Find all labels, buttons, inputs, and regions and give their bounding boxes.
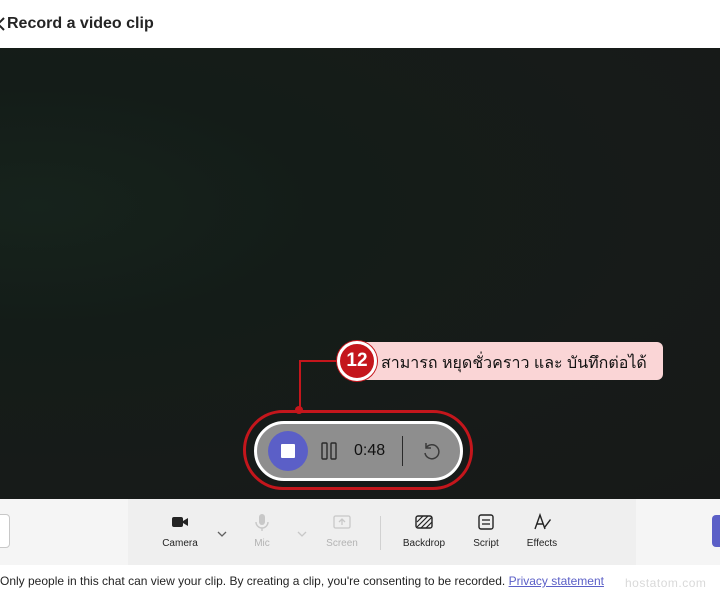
mic-label: Mic — [254, 538, 270, 549]
script-icon — [478, 514, 494, 530]
callout-connector-vertical — [299, 361, 301, 410]
camera-button[interactable]: Camera — [152, 512, 208, 549]
backdrop-label: Backdrop — [402, 538, 446, 549]
backdrop-button[interactable]: Backdrop — [396, 512, 452, 549]
retake-icon[interactable] — [420, 440, 442, 462]
privacy-statement-link[interactable]: Privacy statement — [509, 574, 604, 588]
clip-name-field[interactable] — [0, 514, 10, 548]
script-label: Script — [473, 538, 499, 549]
pause-icon[interactable] — [316, 438, 342, 464]
camera-label: Camera — [162, 538, 198, 549]
dialog-title: Record a video clip — [7, 15, 154, 32]
effects-icon — [534, 512, 551, 530]
camera-chevron-down-icon[interactable] — [216, 529, 228, 539]
effects-label: Effects — [526, 538, 558, 549]
callout-connector-horizontal — [299, 360, 339, 362]
backdrop-icon — [415, 515, 433, 529]
callout-text: สามารถ หยุดชั่วคราว และ บันทึกต่อได้ — [381, 355, 647, 372]
screen-share-button[interactable]: Screen — [314, 512, 370, 549]
step-badge: 12 — [337, 341, 377, 381]
mic-button[interactable]: Mic — [234, 512, 290, 549]
consent-notice: Only people in this chat can view your c… — [0, 574, 604, 588]
recording-timer: 0:48 — [354, 442, 386, 459]
stop-icon — [281, 444, 295, 458]
watermark: hostatom.com — [625, 576, 707, 590]
mic-chevron-down-icon[interactable] — [296, 529, 308, 539]
primary-action-button[interactable] — [712, 515, 720, 547]
screen-label: Screen — [326, 538, 358, 549]
mic-icon — [255, 514, 269, 531]
dialog-header: Record a video clip — [0, 0, 720, 48]
toolbar-divider — [380, 516, 381, 550]
stop-recording-button[interactable] — [268, 431, 308, 471]
effects-button[interactable]: Effects — [514, 512, 570, 549]
screen-share-icon — [333, 515, 351, 529]
script-button[interactable]: Script — [458, 512, 514, 549]
consent-text: Only people in this chat can view your c… — [0, 574, 506, 588]
controls-divider — [402, 436, 403, 466]
camera-icon — [172, 517, 188, 527]
